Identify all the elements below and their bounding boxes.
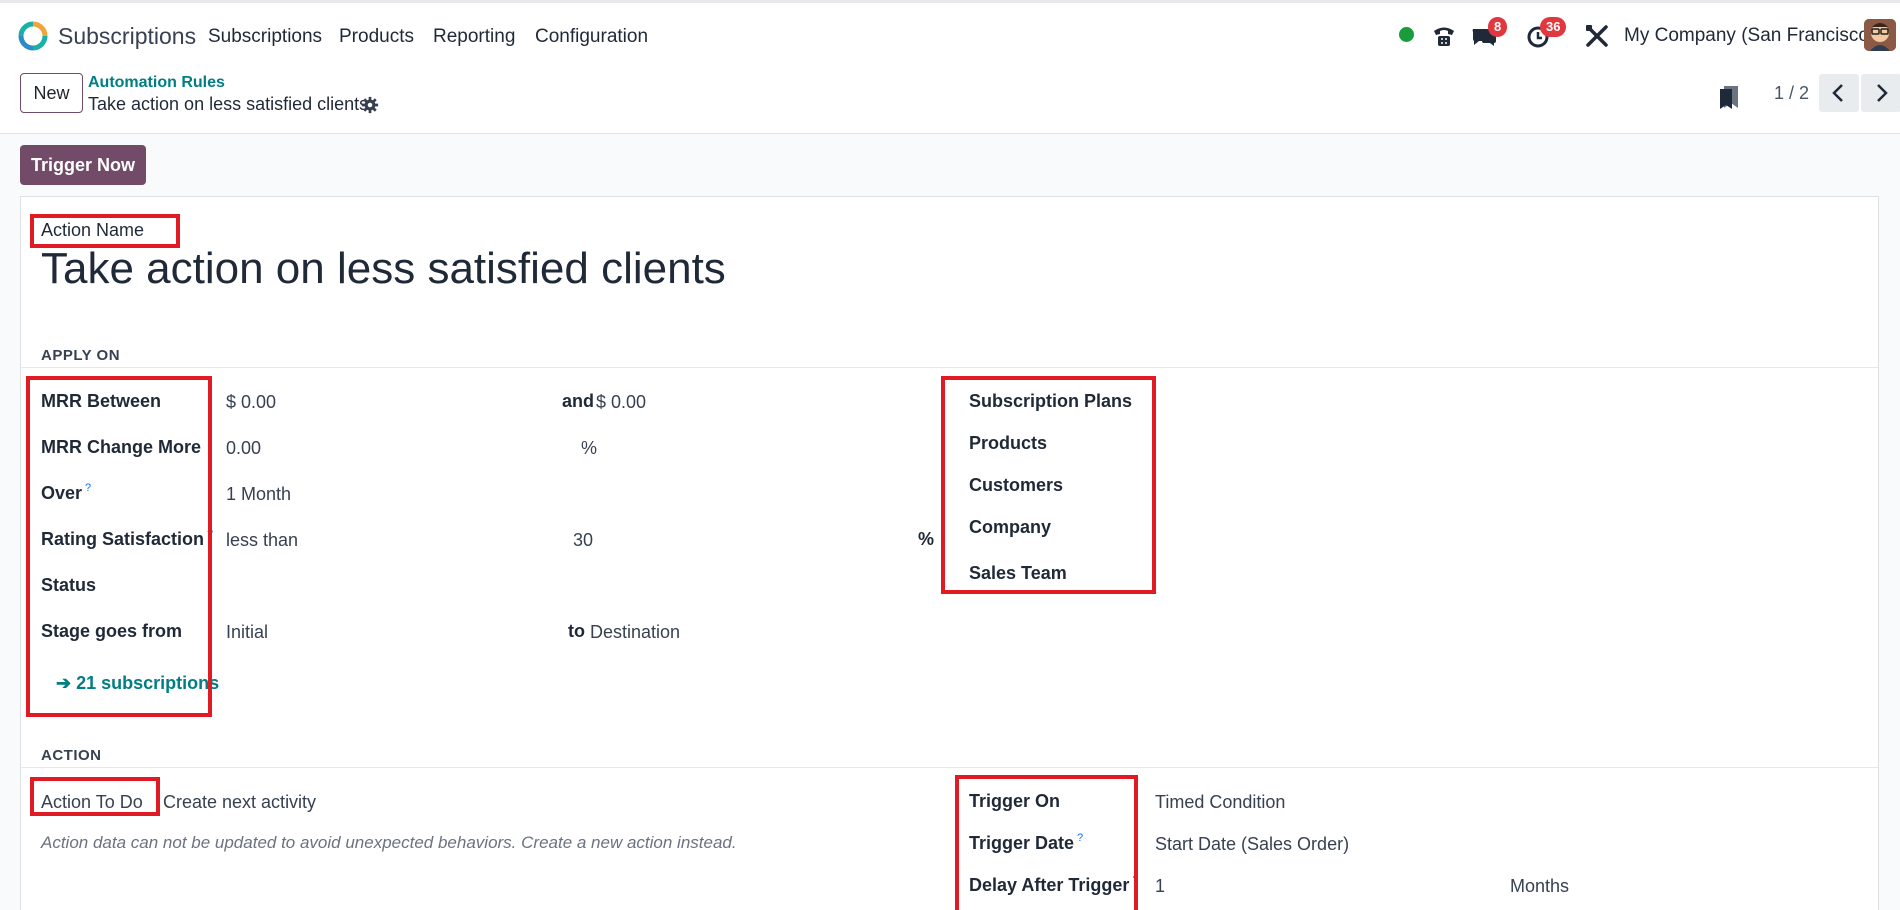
mrr-change-field[interactable]: 0.00: [226, 438, 261, 459]
over-field[interactable]: 1 Month: [226, 484, 291, 505]
rating-value-field[interactable]: 30: [573, 530, 593, 551]
presence-status-icon: [1399, 27, 1414, 42]
action-header: ACTION: [41, 747, 102, 764]
customers-label: Customers: [969, 475, 1064, 495]
products-label: Products: [969, 433, 1048, 453]
rating-satisfaction-label: Rating Satisfaction?: [41, 528, 214, 549]
menu-subscriptions[interactable]: Subscriptions: [208, 26, 322, 48]
mrr-change-label: MRR Change More: [41, 437, 202, 457]
company-switcher[interactable]: My Company (San Francisco): [1624, 25, 1875, 47]
top-navbar: Subscriptions Subscriptions Products Rep…: [0, 0, 1900, 64]
separator-line: [21, 367, 1878, 368]
breadcrumb-automation-rules[interactable]: Automation Rules: [88, 74, 225, 92]
help-icon[interactable]: ?: [1077, 832, 1083, 844]
trigger-date-label: Trigger Date?: [969, 832, 1084, 853]
menu-products[interactable]: Products: [339, 26, 414, 48]
trigger-on-label: Trigger On: [969, 791, 1061, 811]
mrr-max-field[interactable]: $ 0.00: [596, 392, 646, 413]
subscriptions-smart-button[interactable]: ➔ 21 subscriptions: [56, 673, 219, 694]
sales-team-label: Sales Team: [969, 563, 1067, 583]
mrr-min-field[interactable]: $ 0.00: [226, 392, 276, 413]
help-icon[interactable]: ?: [207, 528, 213, 540]
status-label: Status: [41, 575, 97, 595]
trigger-now-button[interactable]: Trigger Now: [20, 145, 146, 185]
apply-on-header: APPLY ON: [41, 347, 121, 364]
trigger-on-field[interactable]: Timed Condition: [1155, 792, 1285, 813]
company-label: Company: [969, 517, 1052, 537]
separator-line: [21, 767, 1878, 768]
rating-operator-field[interactable]: less than: [226, 530, 298, 551]
new-button[interactable]: New: [20, 73, 83, 113]
phone-icon[interactable]: [1429, 21, 1459, 51]
subscription-plans-label: Subscription Plans: [969, 391, 1133, 411]
chevron-right-icon: [1877, 84, 1888, 102]
chevron-left-icon: [1832, 84, 1843, 102]
messages-badge: 8: [1488, 17, 1508, 37]
action-name-field[interactable]: Take action on less satisfied clients: [41, 244, 726, 294]
action-name-label: Action Name: [41, 220, 145, 240]
action-to-do-field[interactable]: Create next activity: [163, 792, 316, 813]
menu-reporting[interactable]: Reporting: [433, 26, 515, 48]
rating-unit: %: [918, 529, 935, 549]
delay-after-trigger-label: Delay After Trigger?: [969, 874, 1139, 895]
stage-to-field[interactable]: Destination: [590, 622, 680, 643]
menu-configuration[interactable]: Configuration: [535, 26, 648, 48]
mrr-and-label: and: [562, 391, 595, 411]
app-name[interactable]: Subscriptions: [58, 23, 196, 50]
gear-icon[interactable]: [361, 96, 379, 114]
mrr-between-label: MRR Between: [41, 391, 162, 411]
stage-label: Stage goes from: [41, 621, 183, 641]
delay-value-field[interactable]: 1: [1155, 876, 1165, 897]
stage-from-field[interactable]: Initial: [226, 622, 268, 643]
user-avatar[interactable]: [1864, 19, 1896, 51]
mrr-change-unit: %: [581, 438, 598, 458]
tools-icon[interactable]: [1582, 21, 1612, 51]
help-icon[interactable]: ?: [85, 482, 91, 494]
help-icon[interactable]: ?: [1132, 874, 1138, 886]
pager-value[interactable]: 1 / 2: [1774, 83, 1809, 104]
bookmark-icon[interactable]: [1718, 84, 1740, 110]
breadcrumb-current: Take action on less satisfied clients: [88, 94, 369, 114]
delay-unit-field[interactable]: Months: [1510, 876, 1569, 897]
over-label: Over?: [41, 482, 92, 503]
action-to-do-label: Action To Do: [41, 792, 143, 812]
pager-previous-button[interactable]: [1819, 74, 1859, 112]
stage-to-label: to: [568, 621, 585, 641]
action-note: Action data can not be updated to avoid …: [41, 833, 737, 852]
pager-next-button[interactable]: [1861, 74, 1900, 112]
trigger-date-field[interactable]: Start Date (Sales Order): [1155, 834, 1349, 855]
activities-badge: 36: [1540, 17, 1567, 37]
subscriptions-app-icon[interactable]: [18, 21, 48, 51]
control-panel: New Automation Rules Take action on less…: [0, 64, 1900, 134]
